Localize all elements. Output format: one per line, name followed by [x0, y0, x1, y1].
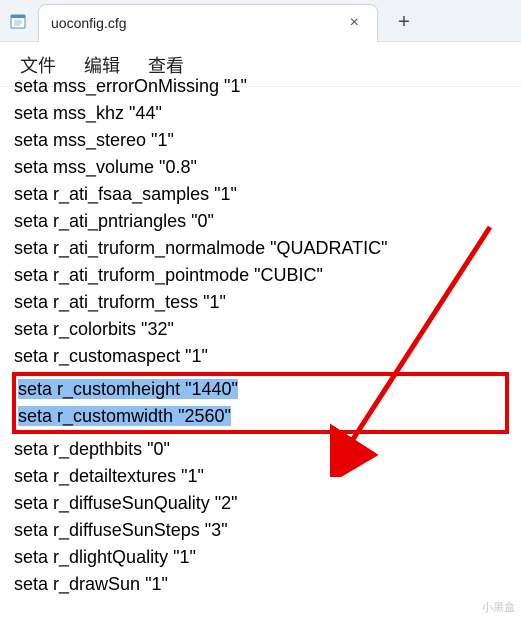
- highlighted-region: seta r_customheight "1440" seta r_custom…: [12, 372, 509, 434]
- config-line: seta r_ati_fsaa_samples "1": [14, 181, 507, 208]
- config-line: seta r_customaspect "1": [14, 343, 507, 370]
- config-line: seta r_colorbits "32": [14, 316, 507, 343]
- config-line: seta mss_khz "44": [14, 100, 507, 127]
- config-line: seta r_ati_truform_normalmode "QUADRATIC…: [14, 235, 507, 262]
- config-line-highlight: seta r_customwidth "2560": [18, 403, 503, 430]
- config-line: seta r_dlightQuality "1": [14, 544, 507, 571]
- config-line: seta r_diffuseSunSteps "3": [14, 517, 507, 544]
- config-line: seta r_ati_pntriangles "0": [14, 208, 507, 235]
- new-tab-button[interactable]: +: [384, 4, 424, 42]
- title-bar: uoconfig.cfg × +: [0, 0, 521, 42]
- watermark: 小黑盒: [482, 599, 515, 615]
- annotation-box: seta r_customheight "1440" seta r_custom…: [12, 372, 509, 434]
- config-line: seta mss_errorOnMissing "1": [14, 73, 507, 100]
- config-line: seta r_drawSun "1": [14, 571, 507, 598]
- tab-active[interactable]: uoconfig.cfg ×: [38, 4, 378, 42]
- config-line: seta mss_volume "0.8": [14, 154, 507, 181]
- tab-title: uoconfig.cfg: [51, 15, 127, 31]
- config-line-highlight: seta r_customheight "1440": [18, 376, 503, 403]
- close-icon[interactable]: ×: [344, 12, 365, 34]
- text-editor[interactable]: seta mss_errorOnMissing "1" seta mss_khz…: [0, 73, 521, 602]
- config-line: seta r_ati_truform_pointmode "CUBIC": [14, 262, 507, 289]
- config-line: seta r_ati_truform_tess "1": [14, 289, 507, 316]
- config-line: seta r_depthbits "0": [14, 436, 507, 463]
- config-line: seta r_detailtextures "1": [14, 463, 507, 490]
- config-line: seta r_diffuseSunQuality "2": [14, 490, 507, 517]
- notepad-icon: [8, 11, 28, 31]
- config-line: seta mss_stereo "1": [14, 127, 507, 154]
